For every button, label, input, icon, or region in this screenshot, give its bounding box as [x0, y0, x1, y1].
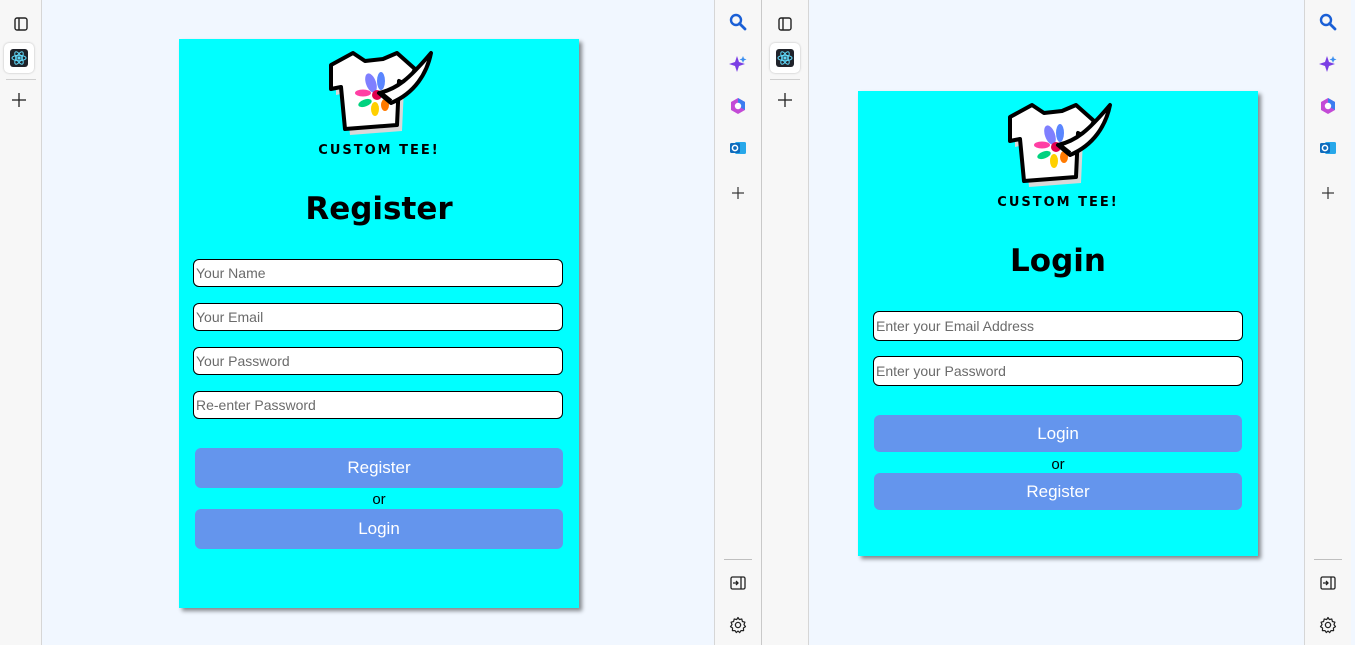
sidebar-settings-button[interactable] — [1314, 611, 1342, 639]
tshirt-logo-icon — [1008, 103, 1112, 187]
search-icon — [1319, 13, 1337, 31]
edge-sidebar — [1304, 0, 1351, 645]
password-input[interactable] — [873, 356, 1243, 386]
tabs-divider — [6, 79, 36, 80]
plus-icon — [778, 93, 792, 107]
sidebar-add-button[interactable] — [724, 179, 752, 207]
active-tab[interactable] — [4, 43, 34, 73]
outlook-icon — [1320, 142, 1336, 154]
name-input[interactable] — [193, 259, 563, 287]
email-input[interactable] — [193, 303, 563, 331]
new-tab-button[interactable] — [4, 85, 34, 115]
sidebar-office-button[interactable] — [724, 92, 752, 120]
sidebar-settings-button[interactable] — [724, 611, 752, 639]
new-tab-button[interactable] — [770, 85, 800, 115]
sidebar-split-button[interactable] — [1314, 569, 1342, 597]
email-input[interactable] — [873, 311, 1243, 341]
register-button[interactable]: Register — [874, 473, 1242, 510]
react-icon — [10, 49, 28, 67]
copilot-icon — [1319, 56, 1337, 72]
tabs-divider — [770, 79, 800, 80]
left-browser-pane: CUSTOM TEE! Register Register or Login — [0, 0, 761, 645]
page-viewport: CUSTOM TEE! Login Login or Register — [809, 0, 1304, 645]
login-button[interactable]: Login — [874, 415, 1242, 452]
or-separator: or — [1051, 456, 1065, 473]
sidebar-split-button[interactable] — [724, 569, 752, 597]
add-icon — [732, 187, 744, 199]
settings-icon — [729, 616, 747, 634]
right-browser-pane: CUSTOM TEE! Login Login or Register — [761, 0, 1355, 645]
outlook-icon — [730, 142, 746, 154]
tab-actions-button[interactable] — [6, 9, 36, 39]
sidebar-divider — [724, 559, 752, 560]
sidebar-add-button[interactable] — [1314, 179, 1342, 207]
edge-sidebar — [714, 0, 761, 645]
office-icon — [1321, 98, 1335, 114]
tab-actions-button[interactable] — [770, 9, 800, 39]
password-input[interactable] — [193, 347, 563, 375]
vertical-tabs-bar — [0, 0, 42, 645]
sidebar-outlook-button[interactable] — [724, 134, 752, 162]
brand-name: CUSTOM TEE! — [997, 195, 1119, 210]
tab-actions-icon — [778, 17, 792, 31]
sidebar-outlook-button[interactable] — [1314, 134, 1342, 162]
sidebar-divider — [1314, 559, 1342, 560]
sidebar-copilot-button[interactable] — [724, 50, 752, 78]
split-screen-icon — [1320, 576, 1336, 590]
split-screen-icon — [730, 576, 746, 590]
add-icon — [1322, 187, 1334, 199]
plus-icon — [12, 93, 26, 107]
page-viewport: CUSTOM TEE! Register Register or Login — [43, 0, 714, 645]
active-tab[interactable] — [770, 43, 800, 73]
login-title: Login — [1010, 243, 1106, 279]
tab-actions-icon — [14, 17, 28, 31]
search-icon — [729, 13, 747, 31]
sidebar-search-button[interactable] — [724, 8, 752, 36]
sidebar-search-button[interactable] — [1314, 8, 1342, 36]
register-button[interactable]: Register — [195, 448, 563, 488]
tshirt-logo-icon — [329, 51, 433, 135]
login-button[interactable]: Login — [195, 509, 563, 549]
confirm-password-input[interactable] — [193, 391, 563, 419]
vertical-tabs-bar — [762, 0, 809, 645]
settings-icon — [1319, 616, 1337, 634]
login-card: CUSTOM TEE! Login Login or Register — [858, 91, 1258, 556]
brand-name: CUSTOM TEE! — [318, 143, 440, 158]
register-title: Register — [305, 191, 453, 227]
sidebar-copilot-button[interactable] — [1314, 50, 1342, 78]
react-icon — [776, 49, 794, 67]
register-card: CUSTOM TEE! Register Register or Login — [179, 39, 579, 608]
copilot-icon — [729, 56, 747, 72]
or-separator: or — [372, 491, 386, 508]
sidebar-office-button[interactable] — [1314, 92, 1342, 120]
office-icon — [731, 98, 745, 114]
